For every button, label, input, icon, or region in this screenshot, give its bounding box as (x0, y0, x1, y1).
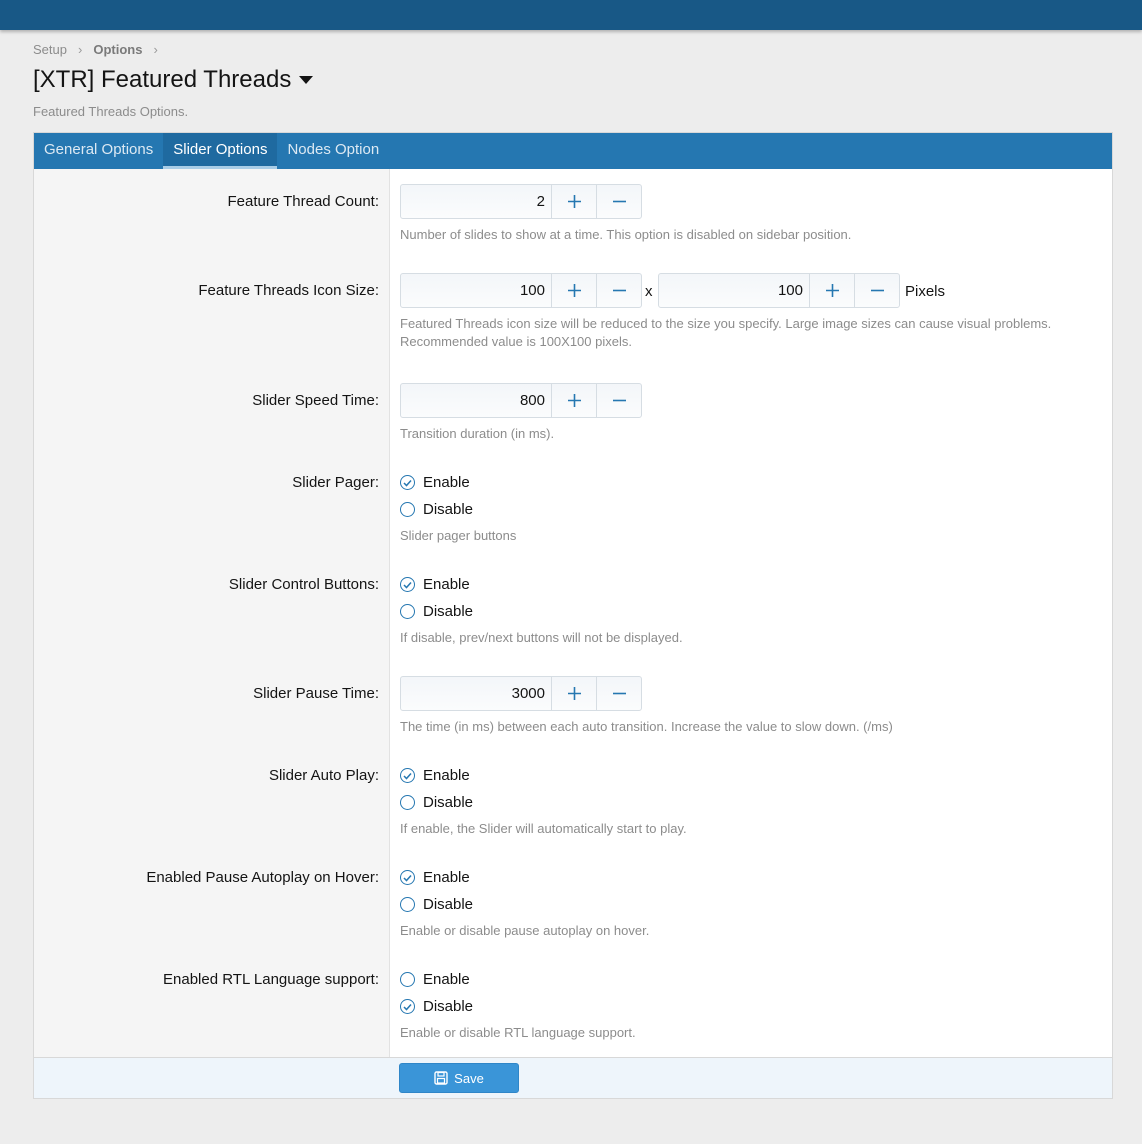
icon-height-input[interactable] (659, 274, 809, 307)
minus-icon[interactable] (596, 384, 641, 417)
minus-icon[interactable] (596, 677, 641, 710)
thread-count-label: Feature Thread Count: (227, 193, 379, 210)
rtl-support-hint: Enable or disable RTL language support. (400, 1025, 636, 1040)
pause-time-stepper (400, 676, 642, 711)
check-icon (400, 999, 415, 1014)
tab-bar: General Options Slider Options Nodes Opt… (34, 133, 1112, 169)
rtl-support-enable-radio[interactable]: Enable (400, 971, 470, 988)
chevron-right-icon: › (77, 42, 83, 57)
pager-disable-label: Disable (423, 501, 474, 518)
thread-count-input[interactable] (401, 185, 551, 218)
rtl-support-disable-label: Disable (423, 998, 474, 1015)
pause-on-hover-hint: Enable or disable pause autoplay on hove… (400, 923, 650, 938)
control-buttons-enable-radio[interactable]: Enable (400, 576, 470, 593)
plus-icon[interactable] (551, 274, 596, 307)
caret-down-icon[interactable] (299, 76, 314, 84)
radio-empty-icon (400, 502, 415, 517)
breadcrumb-setup-link[interactable]: Setup (33, 42, 67, 57)
tab-slider-options[interactable]: Slider Options (163, 133, 278, 169)
pause-on-hover-disable-radio[interactable]: Disable (400, 896, 473, 913)
minus-icon[interactable] (596, 185, 641, 218)
size-separator: x (645, 283, 653, 300)
rtl-support-enable-label: Enable (423, 971, 470, 988)
save-button[interactable]: Save (399, 1063, 519, 1093)
pager-enable-radio[interactable]: Enable (400, 474, 470, 491)
pause-time-label: Slider Pause Time: (253, 685, 379, 702)
breadcrumb: Setup › Options › (33, 42, 169, 57)
pause-on-hover-enable-radio[interactable]: Enable (400, 869, 470, 886)
page-title-row: [XTR] Featured Threads (33, 66, 314, 94)
minus-icon[interactable] (596, 274, 641, 307)
check-icon (400, 577, 415, 592)
save-icon (434, 1071, 448, 1085)
control-buttons-enable-label: Enable (423, 576, 470, 593)
speed-time-label: Slider Speed Time: (252, 392, 379, 409)
check-icon (400, 768, 415, 783)
top-navigation-bar (0, 0, 1142, 30)
auto-play-hint: If enable, the Slider will automatically… (400, 821, 687, 836)
control-buttons-disable-label: Disable (423, 603, 474, 620)
auto-play-disable-label: Disable (423, 794, 474, 811)
pager-label: Slider Pager: (292, 474, 379, 491)
pause-time-input[interactable] (401, 677, 551, 710)
pager-hint: Slider pager buttons (400, 528, 517, 543)
control-buttons-disable-radio[interactable]: Disable (400, 603, 473, 620)
form-body: Feature Thread Count: Number of slides t… (34, 169, 1112, 1057)
speed-time-hint: Transition duration (in ms). (400, 426, 555, 441)
save-button-label: Save (454, 1070, 484, 1086)
rtl-support-disable-radio[interactable]: Disable (400, 998, 473, 1015)
size-unit-label: Pixels (905, 283, 946, 300)
pager-disable-radio[interactable]: Disable (400, 501, 473, 518)
pause-on-hover-disable-label: Disable (423, 896, 474, 913)
radio-empty-icon (400, 795, 415, 810)
plus-icon[interactable] (551, 185, 596, 218)
form-footer: Save (34, 1057, 1112, 1098)
page-description: Featured Threads Options. (33, 104, 189, 119)
plus-icon[interactable] (809, 274, 854, 307)
radio-empty-icon (400, 897, 415, 912)
rtl-support-label: Enabled RTL Language support: (163, 971, 379, 988)
control-buttons-hint: If disable, prev/next buttons will not b… (400, 630, 683, 645)
icon-width-stepper (400, 273, 642, 308)
pause-on-hover-enable-label: Enable (423, 869, 470, 886)
breadcrumb-options-link[interactable]: Options (93, 42, 142, 57)
options-panel: General Options Slider Options Nodes Opt… (33, 132, 1113, 1099)
tab-general-options[interactable]: General Options (34, 133, 163, 169)
icon-size-hint-line-2: Recommended value is 100X100 pixels. (400, 334, 632, 349)
check-icon (400, 870, 415, 885)
speed-time-input[interactable] (401, 384, 551, 417)
thread-count-stepper (400, 184, 642, 219)
auto-play-label: Slider Auto Play: (268, 767, 379, 784)
page-title: [XTR] Featured Threads (33, 66, 292, 93)
check-icon (400, 475, 415, 490)
pause-on-hover-label: Enabled Pause Autoplay on Hover: (146, 869, 379, 886)
label-column (34, 169, 390, 1057)
icon-height-stepper (658, 273, 900, 308)
minus-icon[interactable] (854, 274, 899, 307)
control-buttons-label: Slider Control Buttons: (228, 576, 379, 593)
plus-icon[interactable] (551, 677, 596, 710)
auto-play-enable-label: Enable (423, 767, 470, 784)
icon-width-input[interactable] (401, 274, 551, 307)
chevron-right-icon: › (153, 42, 158, 57)
radio-empty-icon (400, 972, 415, 987)
speed-time-stepper (400, 383, 642, 418)
icon-size-label: Feature Threads Icon Size: (198, 282, 379, 299)
radio-empty-icon (400, 604, 415, 619)
auto-play-disable-radio[interactable]: Disable (400, 794, 473, 811)
thread-count-hint: Number of slides to show at a time. This… (400, 227, 852, 242)
icon-size-hint-line-1: Featured Threads icon size will be reduc… (400, 316, 1052, 331)
pause-time-hint: The time (in ms) between each auto trans… (400, 719, 893, 734)
plus-icon[interactable] (551, 384, 596, 417)
auto-play-enable-radio[interactable]: Enable (400, 767, 470, 784)
pager-enable-label: Enable (423, 474, 470, 491)
tab-nodes-option[interactable]: Nodes Option (277, 133, 389, 169)
